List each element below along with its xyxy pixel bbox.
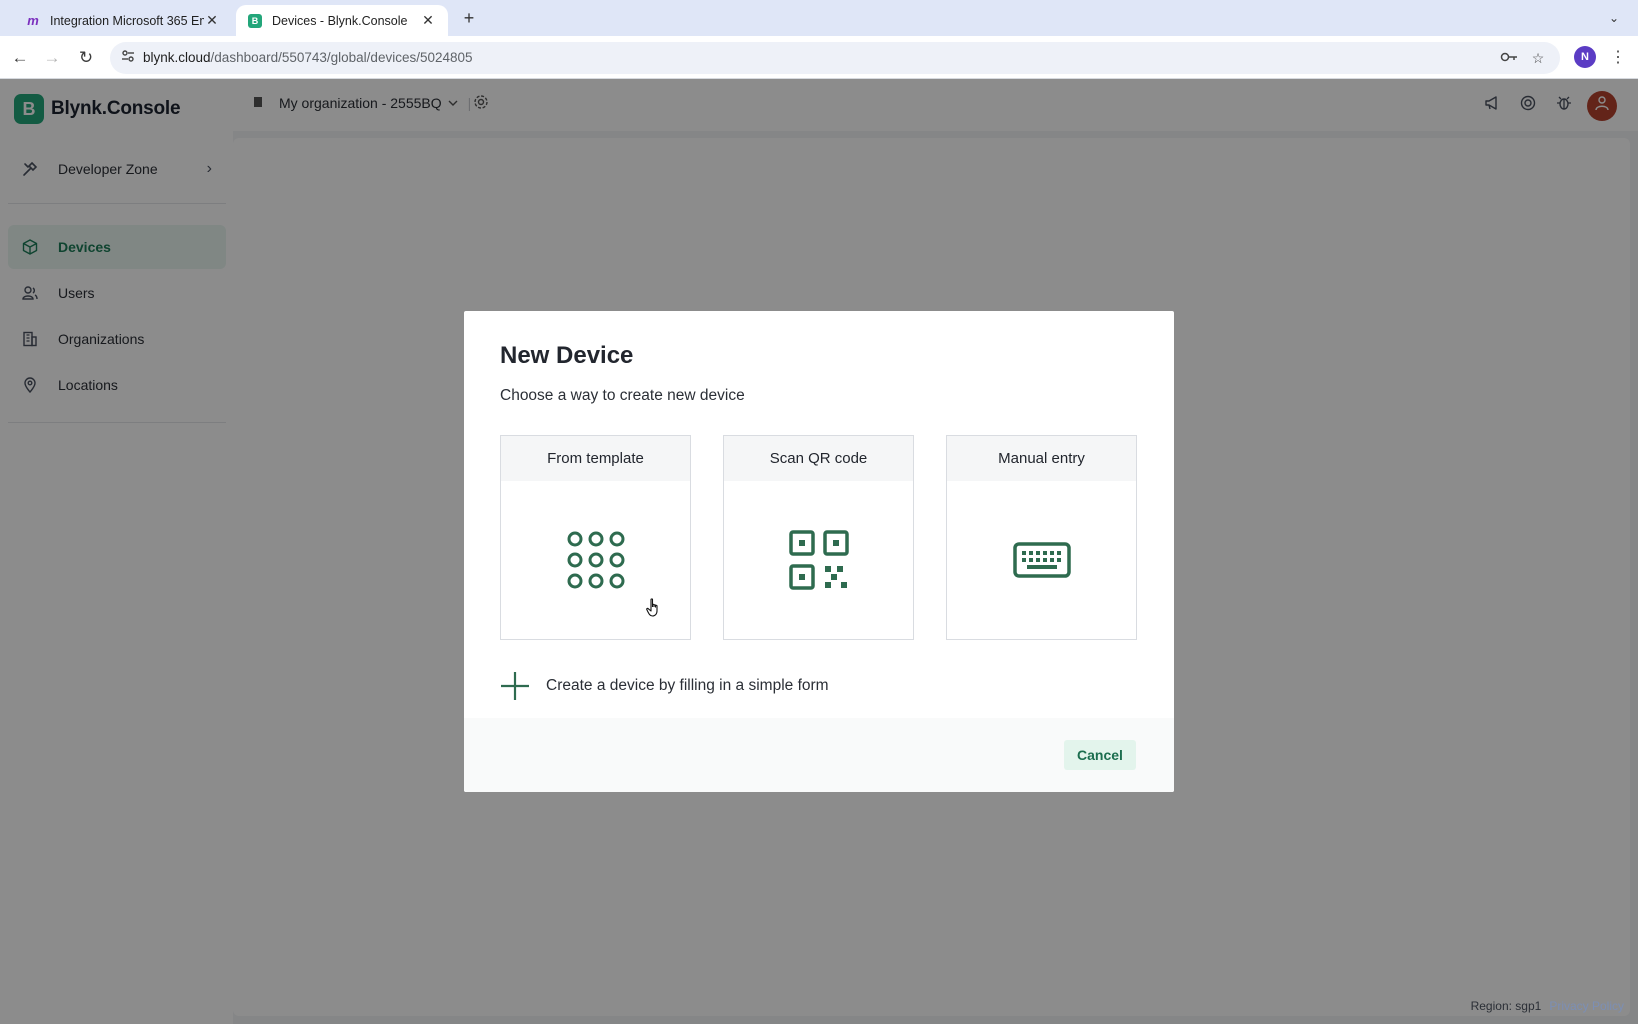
tab-title: Integration Microsoft 365 Em — [50, 13, 204, 28]
privacy-policy-link[interactable]: Privacy Policy — [1549, 999, 1624, 1013]
option-label: Manual entry — [947, 436, 1136, 481]
bookmark-star-icon[interactable]: ☆ — [1529, 49, 1547, 67]
option-label: From template — [501, 436, 690, 481]
close-tab-icon[interactable]: ✕ — [204, 12, 220, 29]
monday-favicon-icon: m — [27, 13, 39, 28]
reload-icon[interactable]: ↻ — [74, 46, 98, 70]
profile-avatar[interactable]: N — [1574, 46, 1596, 68]
browser-tab-strip: m Integration Microsoft 365 Em ✕ B Devic… — [0, 0, 1638, 36]
cancel-button[interactable]: Cancel — [1064, 740, 1136, 770]
create-by-form-label: Create a device by filling in a simple f… — [546, 677, 829, 694]
address-bar[interactable]: blynk.cloud/dashboard/550743/global/devi… — [110, 42, 1560, 74]
option-label: Scan QR code — [724, 436, 913, 481]
back-arrow-icon[interactable]: ← — [8, 46, 32, 70]
new-device-dialog: New Device Choose a way to create new de… — [464, 311, 1174, 792]
blynk-favicon-icon: B — [248, 13, 262, 28]
hand-pointer-cursor-icon — [646, 598, 658, 617]
plus-icon — [501, 672, 529, 700]
password-key-icon[interactable] — [1500, 49, 1518, 67]
dialog-subtitle: Choose a way to create new device — [500, 387, 745, 404]
keyboard-icon — [947, 481, 1136, 639]
qr-code-icon — [724, 481, 913, 639]
option-manual-entry[interactable]: Manual entry — [946, 435, 1137, 640]
dialog-title: New Device — [500, 342, 634, 369]
site-info-icon[interactable] — [119, 49, 137, 67]
url-host: blynk.cloud — [143, 50, 211, 65]
dialog-footer: Cancel — [464, 718, 1174, 792]
new-tab-button[interactable]: + — [458, 7, 480, 29]
url-text: blynk.cloud/dashboard/550743/global/devi… — [143, 50, 473, 65]
url-path: /dashboard/550743/global/devices/5024805 — [210, 50, 473, 65]
region-label: Region: sgp1 — [1470, 999, 1542, 1013]
option-from-template[interactable]: From template — [500, 435, 691, 640]
close-tab-icon[interactable]: ✕ — [420, 12, 436, 29]
tab-title: Devices - Blynk.Console — [272, 13, 408, 28]
create-by-form-link[interactable]: Create a device by filling in a simple f… — [500, 671, 829, 701]
page-footer: Region: sgp1 Privacy Policy — [1471, 999, 1624, 1013]
browser-menu-icon[interactable]: ⋮ — [1608, 46, 1628, 70]
browser-tab-integration[interactable]: m Integration Microsoft 365 Em ✕ — [14, 5, 232, 36]
forward-arrow-icon[interactable]: → — [40, 46, 64, 70]
browser-toolbar: ← → ↻ blynk.cloud/dashboard/550743/globa… — [0, 36, 1638, 79]
browser-tab-devices[interactable]: B Devices - Blynk.Console ✕ — [236, 5, 448, 36]
option-scan-qr-code[interactable]: Scan QR code — [723, 435, 914, 640]
tab-search-chevron-icon[interactable]: ⌄ — [1604, 8, 1624, 28]
